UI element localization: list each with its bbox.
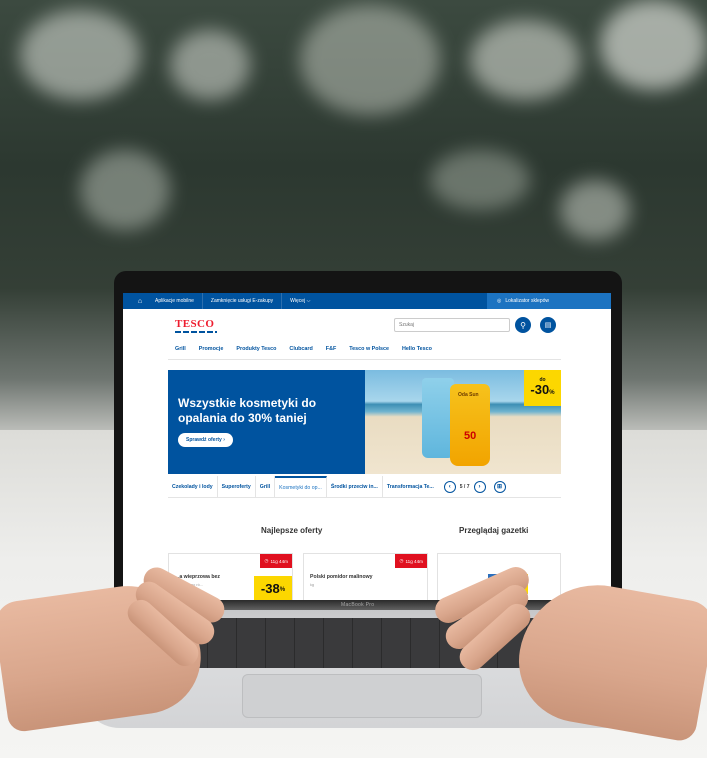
product-brand: Oda Sun	[458, 392, 479, 398]
utility-bar: ⌂ Aplikacje mobilne Zamknięcie usługi E-…	[123, 293, 611, 309]
leaflets-heading: Przeglądaj gazetki	[459, 526, 529, 535]
page-indicator: 5 / 7	[459, 483, 470, 490]
tab-kosmetyki[interactable]: Kosmetyki do op...	[275, 475, 327, 498]
nav-item-produkty-tesco[interactable]: Produkty Tesco	[236, 346, 276, 352]
product-detail: kg	[310, 583, 315, 587]
product-spf: 50	[464, 430, 477, 442]
clock-icon: ◷	[264, 558, 269, 563]
banner-cta-button[interactable]: Sprawdź oferty ›	[178, 433, 233, 447]
search-icon[interactable]: ⚲	[515, 317, 531, 333]
countdown-badge: ◷ 11g 44m	[395, 554, 427, 568]
percent-off-badge: -38%	[254, 576, 292, 600]
offer-card[interactable]: ◷ 11g 44m Polski pomidor malinowy kg	[303, 553, 428, 603]
nav-item-promocje[interactable]: Promocje	[199, 346, 224, 352]
chevron-left-icon[interactable]: ‹	[443, 480, 456, 493]
basket-icon[interactable]: ▤	[540, 317, 556, 333]
topbar-link-ezakupy[interactable]: Zamknięcie usługi E-zakupy	[203, 293, 283, 309]
discount-value: -30	[530, 381, 550, 397]
topbar-link-apps[interactable]: Aplikacje mobilne	[147, 293, 203, 309]
site-header: TESCO ⚲ ▤	[123, 309, 611, 339]
nav-item-tesco-w-polsce[interactable]: Tesco w Polsce	[349, 346, 389, 352]
tab-grill[interactable]: Grill	[256, 475, 276, 498]
search-input[interactable]	[394, 318, 510, 332]
discount-badge: do -30%	[524, 370, 561, 406]
countdown-badge: ◷ 11g 44m	[260, 554, 292, 568]
category-tabs: Czekolady i lody Superoferty Grill Kosme…	[168, 475, 561, 498]
banner-cta-label: Sprawdź oferty	[186, 437, 222, 443]
laptop-trackpad	[242, 674, 482, 718]
more-label: Więcej	[290, 298, 306, 304]
clock-icon: ◷	[399, 558, 404, 563]
chevron-right-icon: ›	[223, 437, 225, 443]
promo-banner[interactable]: Wszystkie kosmetyki do opalania do 30% t…	[168, 370, 561, 474]
tab-srodki[interactable]: Środki przeciw in...	[327, 475, 383, 498]
tesco-logo[interactable]: TESCO	[175, 318, 214, 330]
topbar-link-more[interactable]: Więcej ⌵	[282, 293, 318, 309]
store-locator-button[interactable]: ◎ Lokalizator sklepów	[487, 293, 611, 309]
nav-item-clubcard[interactable]: Clubcard	[289, 346, 312, 352]
countdown-text: 11g 44m	[405, 558, 423, 564]
logo-stripes	[175, 331, 217, 333]
grid-icon[interactable]: ⊞	[493, 480, 506, 493]
banner-text-panel: Wszystkie kosmetyki do opalania do 30% t…	[168, 370, 365, 474]
percent-value: -38	[260, 580, 280, 596]
product-name: Polski pomidor malinowy	[310, 574, 373, 580]
nav-divider	[168, 359, 561, 360]
tab-czekolady[interactable]: Czekolady i lody	[168, 475, 218, 498]
nav-item-ff[interactable]: F&F	[326, 346, 336, 352]
discount-unit: %	[549, 389, 555, 396]
location-pin-icon: ◎	[497, 298, 502, 304]
nav-item-hello-tesco[interactable]: Hello Tesco	[402, 346, 432, 352]
store-locator-label: Lokalizator sklepów	[505, 298, 550, 304]
carousel-pager: ‹ 5 / 7 › ⊞	[443, 480, 506, 493]
laptop-screen: ⌂ Aplikacje mobilne Zamknięcie usługi E-…	[123, 293, 611, 603]
tab-transformacja[interactable]: Transformacja Te...	[383, 476, 438, 498]
home-icon[interactable]: ⌂	[133, 297, 147, 306]
banner-title: Wszystkie kosmetyki do opalania do 30% t…	[178, 396, 317, 425]
chevron-down-icon: ⌵	[306, 298, 311, 304]
nav-item-grill[interactable]: Grill	[175, 346, 186, 352]
percent-unit: %	[279, 587, 286, 593]
main-nav: Grill Promocje Produkty Tesco Clubcard F…	[175, 346, 432, 352]
best-offers-heading: Najlepsze oferty	[261, 526, 323, 535]
sunscreen-bottle-yellow: Oda Sun 50	[450, 384, 490, 466]
discount-amount: -30%	[530, 381, 555, 400]
laptop-brand: MacBook Pro	[341, 602, 375, 608]
countdown-text: 11g 44m	[270, 558, 288, 564]
chevron-right-icon[interactable]: ›	[473, 480, 486, 493]
tab-superoferty[interactable]: Superoferty	[218, 475, 256, 498]
